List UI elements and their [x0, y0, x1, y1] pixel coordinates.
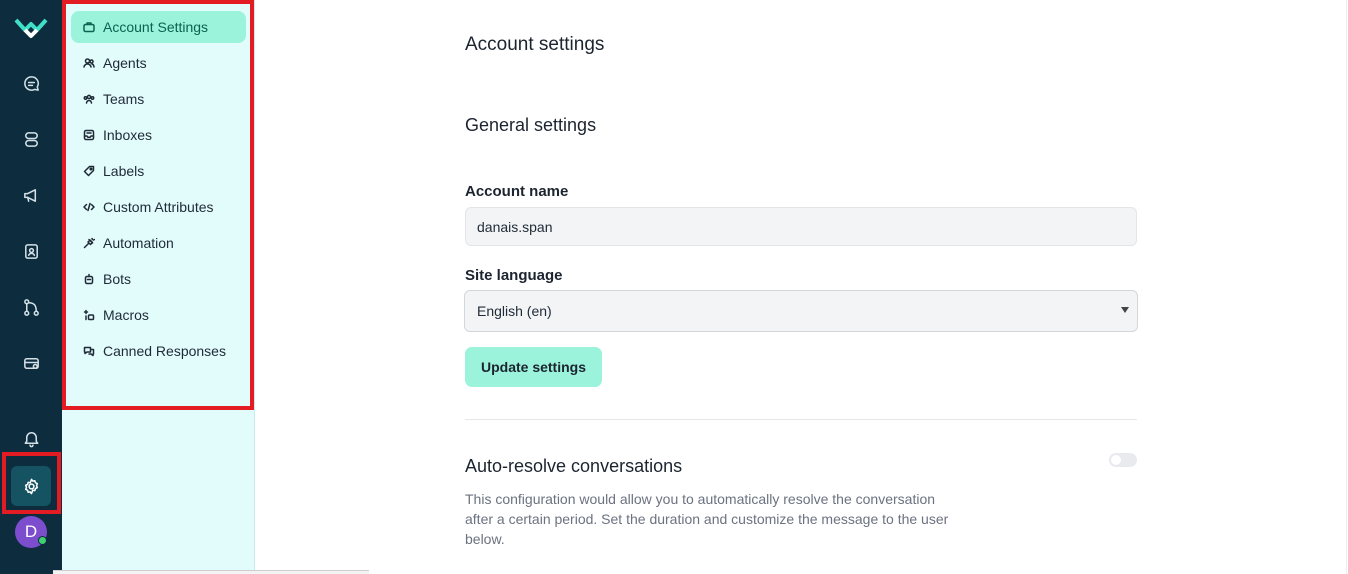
site-language-value: English (en) [477, 303, 552, 319]
bottom-edge-bar [53, 570, 369, 574]
sidebar-item-automation[interactable]: Automation [71, 227, 246, 259]
billing-icon[interactable] [19, 351, 43, 375]
notifications-icon[interactable] [19, 426, 43, 450]
main-content: Account settings General settings Accoun… [255, 0, 1348, 574]
sidebar-item-custom-attributes[interactable]: Custom Attributes [71, 191, 246, 223]
auto-resolve-toggle[interactable] [1109, 453, 1137, 467]
chat-bubbles-icon [82, 345, 95, 358]
sidebar-item-label: Custom Attributes [103, 199, 214, 215]
sidebar-item-label: Agents [103, 55, 147, 71]
sidebar-item-label: Account Settings [103, 19, 209, 35]
sidebar-item-bots[interactable]: Bots [71, 263, 246, 295]
section-divider [465, 419, 1137, 420]
primary-nav-rail: D [0, 0, 62, 574]
scrollbar-track[interactable] [1346, 0, 1347, 574]
account-name-label: Account name [465, 183, 569, 200]
integrations-icon[interactable] [19, 295, 43, 319]
capture-icon[interactable] [19, 127, 43, 151]
auto-resolve-description: This configuration would allow you to au… [465, 491, 949, 547]
auto-resolve-heading: Auto-resolve conversations [465, 456, 683, 476]
bot-icon [82, 273, 95, 286]
site-language-select[interactable]: English (en) [464, 290, 1138, 332]
sidebar-item-label: Labels [103, 163, 145, 179]
campaigns-icon[interactable] [19, 183, 43, 207]
general-settings-heading: General settings [465, 115, 597, 135]
macro-icon [82, 309, 95, 322]
sidebar-item-label: Bots [103, 271, 132, 287]
sidebar-item-label: Canned Responses [103, 343, 226, 359]
briefcase-icon [82, 21, 95, 34]
sidebar-item-inboxes[interactable]: Inboxes [71, 119, 246, 151]
dropdown-caret-icon [1121, 307, 1129, 313]
sidebar-item-labels[interactable]: Labels [71, 155, 246, 187]
code-icon [82, 201, 95, 214]
sidebar-item-teams[interactable]: Teams [71, 83, 246, 115]
site-language-label: Site language [465, 267, 563, 284]
settings-menu: Account Settings Agents Teams Inboxes La… [71, 11, 246, 371]
sidebar-item-agents[interactable]: Agents [71, 47, 246, 79]
sidebar-item-label: Inboxes [103, 127, 153, 143]
settings-sidebar: Account Settings Agents Teams Inboxes La… [62, 0, 255, 574]
app-logo-icon[interactable] [14, 14, 48, 40]
contacts-icon[interactable] [19, 239, 43, 263]
inbox-icon [82, 129, 95, 142]
update-settings-button[interactable]: Update settings [465, 347, 602, 387]
avatar-initial: D [24, 522, 38, 541]
conversations-icon[interactable] [19, 71, 43, 95]
sidebar-item-account-settings[interactable]: Account Settings [71, 11, 246, 43]
tag-icon [82, 165, 95, 178]
toggle-knob [1111, 455, 1121, 465]
online-status-dot [38, 536, 47, 545]
people-icon [82, 57, 95, 70]
settings-icon[interactable] [11, 466, 51, 506]
automation-icon [82, 237, 95, 250]
team-icon [82, 93, 95, 106]
sidebar-item-macros[interactable]: Macros [71, 299, 246, 331]
sidebar-item-label: Macros [103, 307, 149, 323]
page-title: Account settings [465, 34, 605, 55]
sidebar-item-label: Automation [103, 235, 174, 251]
account-name-input[interactable] [465, 207, 1137, 246]
sidebar-item-label: Teams [103, 91, 145, 107]
sidebar-item-canned-responses[interactable]: Canned Responses [71, 335, 246, 367]
